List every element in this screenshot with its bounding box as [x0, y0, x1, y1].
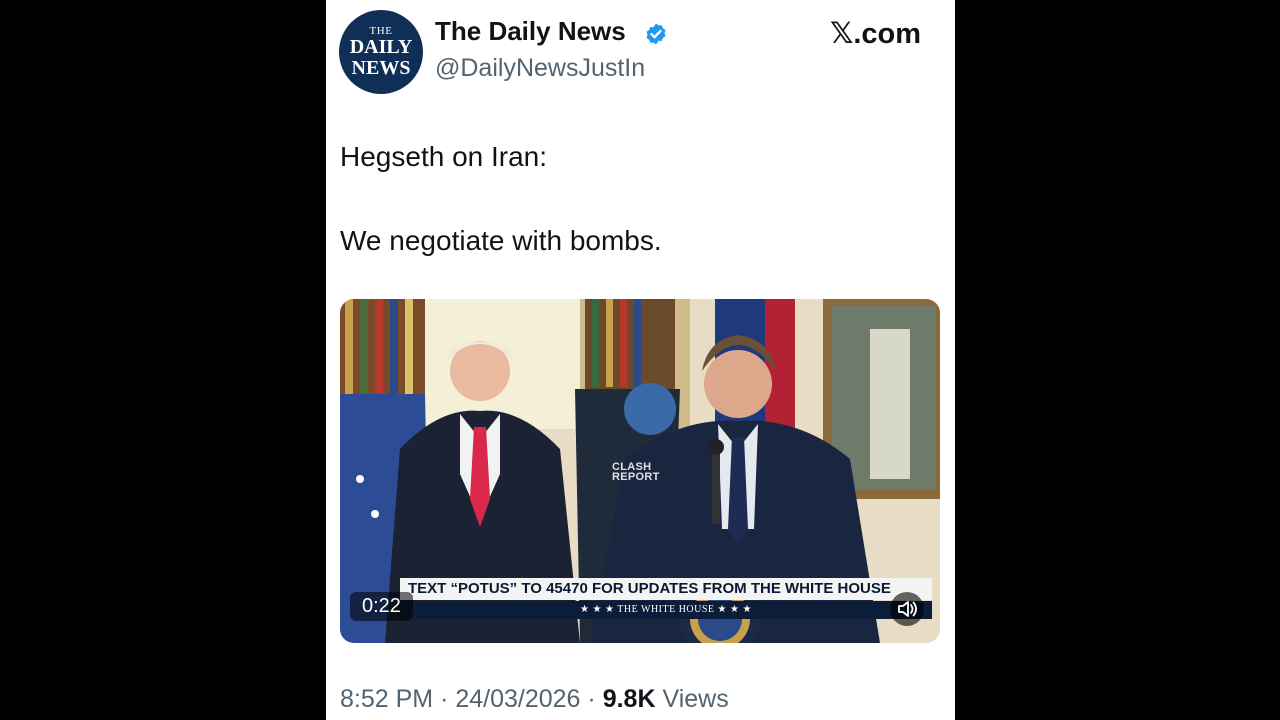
author-handle[interactable]: @DailyNewsJustIn — [435, 54, 645, 83]
views-count: 9.8K — [602, 685, 656, 713]
post-date[interactable]: 24/03/2026 — [455, 685, 580, 713]
post-text-line-1: Hegseth on Iran: — [340, 141, 548, 172]
avatar-text-daily: DAILY — [349, 35, 413, 58]
separator: · — [440, 685, 456, 713]
volume-icon[interactable] — [890, 592, 924, 626]
avatar[interactable]: THE DAILY NEWS — [339, 10, 423, 94]
video-duration: 0:22 — [350, 592, 413, 621]
post-text-line-2: We negotiate with bombs. — [340, 225, 662, 256]
views-label: Views — [662, 685, 729, 713]
post-metadata: 8:52 PM · 24/03/2026 · 9.8K Views — [340, 685, 729, 714]
verified-badge-icon — [646, 23, 666, 45]
video-player[interactable]: CLASH REPORT TEXT “POTUS” TO 45470 FOR U… — [340, 299, 940, 643]
post-time[interactable]: 8:52 PM — [340, 685, 433, 713]
post-card: THE DAILY NEWS The Daily News @DailyNews… — [326, 0, 955, 720]
video-banner: TEXT “POTUS” TO 45470 FOR UPDATES FROM T… — [400, 578, 932, 600]
clash-report-watermark: CLASH REPORT — [612, 461, 660, 483]
video-banner-subtitle: ★ ★ ★ THE WHITE HOUSE ★ ★ ★ — [400, 601, 932, 619]
author-name[interactable]: The Daily News — [435, 16, 626, 47]
avatar-text-the: THE — [369, 24, 393, 37]
x-com-logo: 𝕏.com — [830, 18, 922, 50]
avatar-text-news: NEWS — [351, 56, 411, 79]
separator: · — [587, 685, 603, 713]
